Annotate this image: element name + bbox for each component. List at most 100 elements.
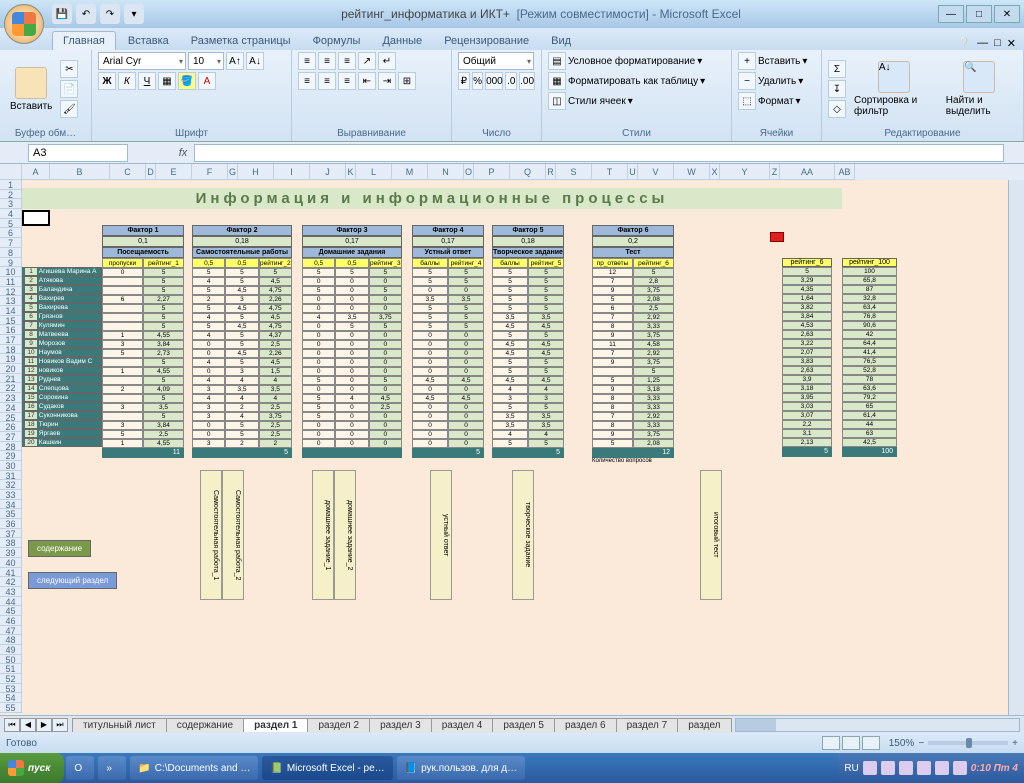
fx-icon[interactable]: fx (172, 147, 194, 159)
grow-font[interactable]: A↑ (226, 52, 244, 70)
column-headers[interactable]: ABCDEFGHIJKLMNOPQRSTUVWXYZAAAB (22, 164, 1024, 180)
maximize-button[interactable]: □ (966, 5, 992, 23)
zoom-slider[interactable] (928, 741, 1008, 745)
format-table[interactable]: ▦Форматировать как таблицу ▾ (548, 72, 705, 90)
shrink-font[interactable]: A↓ (246, 52, 264, 70)
doc-close[interactable]: ✕ (1007, 37, 1016, 50)
cell-styles[interactable]: ◫Стили ячеек ▾ (548, 92, 633, 110)
paste-button[interactable]: Вставить (6, 65, 56, 114)
name-box[interactable]: A3 (28, 144, 128, 162)
nav-content[interactable]: содержание (28, 540, 91, 557)
close-button[interactable]: ✕ (994, 5, 1020, 23)
start-button[interactable]: пуск (0, 753, 64, 783)
vscrollbar[interactable] (1008, 180, 1024, 715)
insert-cells[interactable]: +Вставить ▾ (738, 52, 807, 70)
align-bot[interactable]: ≡ (338, 52, 356, 70)
find-select[interactable]: 🔍Найти и выделить (942, 59, 1017, 119)
tab-view[interactable]: Вид (541, 32, 581, 50)
cond-format[interactable]: ▤Условное форматирование ▾ (548, 52, 702, 70)
align-center[interactable]: ≡ (318, 72, 336, 90)
zoom-in[interactable]: + (1012, 738, 1018, 749)
italic-button[interactable]: К (118, 72, 136, 90)
tab-formulas[interactable]: Формулы (303, 32, 371, 50)
row-headers[interactable]: 1234567891011121314151617181920212223242… (0, 180, 22, 713)
font-size[interactable]: 10 (188, 52, 224, 70)
select-all[interactable] (0, 164, 22, 180)
tab-data[interactable]: Данные (372, 32, 432, 50)
sheet-tab[interactable]: раздел 3 (369, 718, 432, 732)
help-icon[interactable]: ❔ (957, 37, 971, 50)
sheet-tab[interactable]: раздел 7 (616, 718, 679, 732)
zoom-out[interactable]: − (918, 738, 924, 749)
view-normal[interactable] (822, 736, 840, 750)
sheet-tab[interactable]: раздел 5 (492, 718, 555, 732)
comma[interactable]: 000 (485, 72, 503, 90)
sheet-tab[interactable]: раздел 4 (431, 718, 494, 732)
qat-customize[interactable]: ▾ (124, 4, 144, 24)
orientation[interactable]: ↗ (358, 52, 376, 70)
taskbar-item[interactable]: O (66, 756, 94, 780)
taskbar-item[interactable]: 📁C:\Documents and … (130, 756, 258, 780)
fill[interactable]: ↧ (828, 80, 846, 98)
wrap-text[interactable]: ↵ (378, 52, 396, 70)
tab-review[interactable]: Рецензирование (434, 32, 539, 50)
office-button[interactable] (4, 4, 44, 44)
bold-button[interactable]: Ж (98, 72, 116, 90)
underline-button[interactable]: Ч (138, 72, 156, 90)
tab-last[interactable]: ⏭ (52, 718, 68, 732)
lang-indicator[interactable]: RU (844, 763, 858, 774)
sheet-tab[interactable]: раздел 6 (554, 718, 617, 732)
currency[interactable]: ₽ (458, 72, 470, 90)
font-name[interactable]: Arial Cyr (98, 52, 186, 70)
taskbar-item[interactable]: » (98, 756, 126, 780)
tab-prev[interactable]: ◀ (20, 718, 36, 732)
minimize-button[interactable]: — (938, 5, 964, 23)
sheet-tab[interactable]: раздел 1 (243, 718, 308, 732)
align-right[interactable]: ≡ (338, 72, 356, 90)
sheet-tab[interactable]: раздел (677, 718, 731, 732)
clear[interactable]: ◇ (828, 100, 846, 118)
formula-input[interactable] (194, 144, 1004, 162)
percent[interactable]: % (472, 72, 484, 90)
align-mid[interactable]: ≡ (318, 52, 336, 70)
hscrollbar[interactable] (735, 718, 1020, 732)
fill-color[interactable]: 🪣 (178, 72, 196, 90)
tab-layout[interactable]: Разметка страницы (181, 32, 301, 50)
tab-home[interactable]: Главная (52, 31, 116, 50)
view-layout[interactable] (842, 736, 860, 750)
tab-insert[interactable]: Вставка (118, 32, 179, 50)
cut-button[interactable]: ✂ (60, 60, 78, 78)
dec-dec[interactable]: .00 (519, 72, 535, 90)
sheet-tab[interactable]: титульный лист (72, 718, 167, 732)
qat-save[interactable]: 💾 (52, 4, 72, 24)
indent-inc[interactable]: ⇥ (378, 72, 396, 90)
qat-redo[interactable]: ↷ (100, 4, 120, 24)
indent-dec[interactable]: ⇤ (358, 72, 376, 90)
nav-next[interactable]: следующий раздел (28, 572, 117, 589)
inc-dec[interactable]: .0 (505, 72, 517, 90)
copy-button[interactable]: 📄 (60, 80, 78, 98)
font-color[interactable]: A (198, 72, 216, 90)
view-break[interactable] (862, 736, 880, 750)
zoom-level[interactable]: 150% (889, 738, 915, 749)
align-left[interactable]: ≡ (298, 72, 316, 90)
sort-filter[interactable]: A↓Сортировка и фильтр (850, 59, 938, 119)
tab-first[interactable]: ⏮ (4, 718, 20, 732)
worksheet[interactable]: Информация и информационные процессы 1 А… (22, 180, 1024, 715)
merge-center[interactable]: ⊞ (398, 72, 416, 90)
delete-cells[interactable]: −Удалить ▾ (738, 72, 803, 90)
border-button[interactable]: ▦ (158, 72, 176, 90)
doc-max[interactable]: □ (994, 37, 1001, 50)
taskbar-item[interactable]: 📘рук.пользов. для д… (397, 756, 525, 780)
taskbar-item-excel[interactable]: 📗Microsoft Excel - ре… (262, 756, 392, 780)
clock[interactable]: 0:10 Пт 4 (971, 763, 1018, 774)
qat-undo[interactable]: ↶ (76, 4, 96, 24)
autosum[interactable]: Σ (828, 60, 846, 78)
format-cells[interactable]: ⬚Формат ▾ (738, 92, 801, 110)
doc-min[interactable]: — (977, 37, 988, 50)
system-tray[interactable]: RU 0:10 Пт 4 (838, 753, 1024, 783)
format-painter[interactable]: 🖌 (60, 100, 78, 118)
number-format[interactable]: Общий (458, 52, 534, 70)
sheet-tab[interactable]: раздел 2 (307, 718, 370, 732)
align-top[interactable]: ≡ (298, 52, 316, 70)
